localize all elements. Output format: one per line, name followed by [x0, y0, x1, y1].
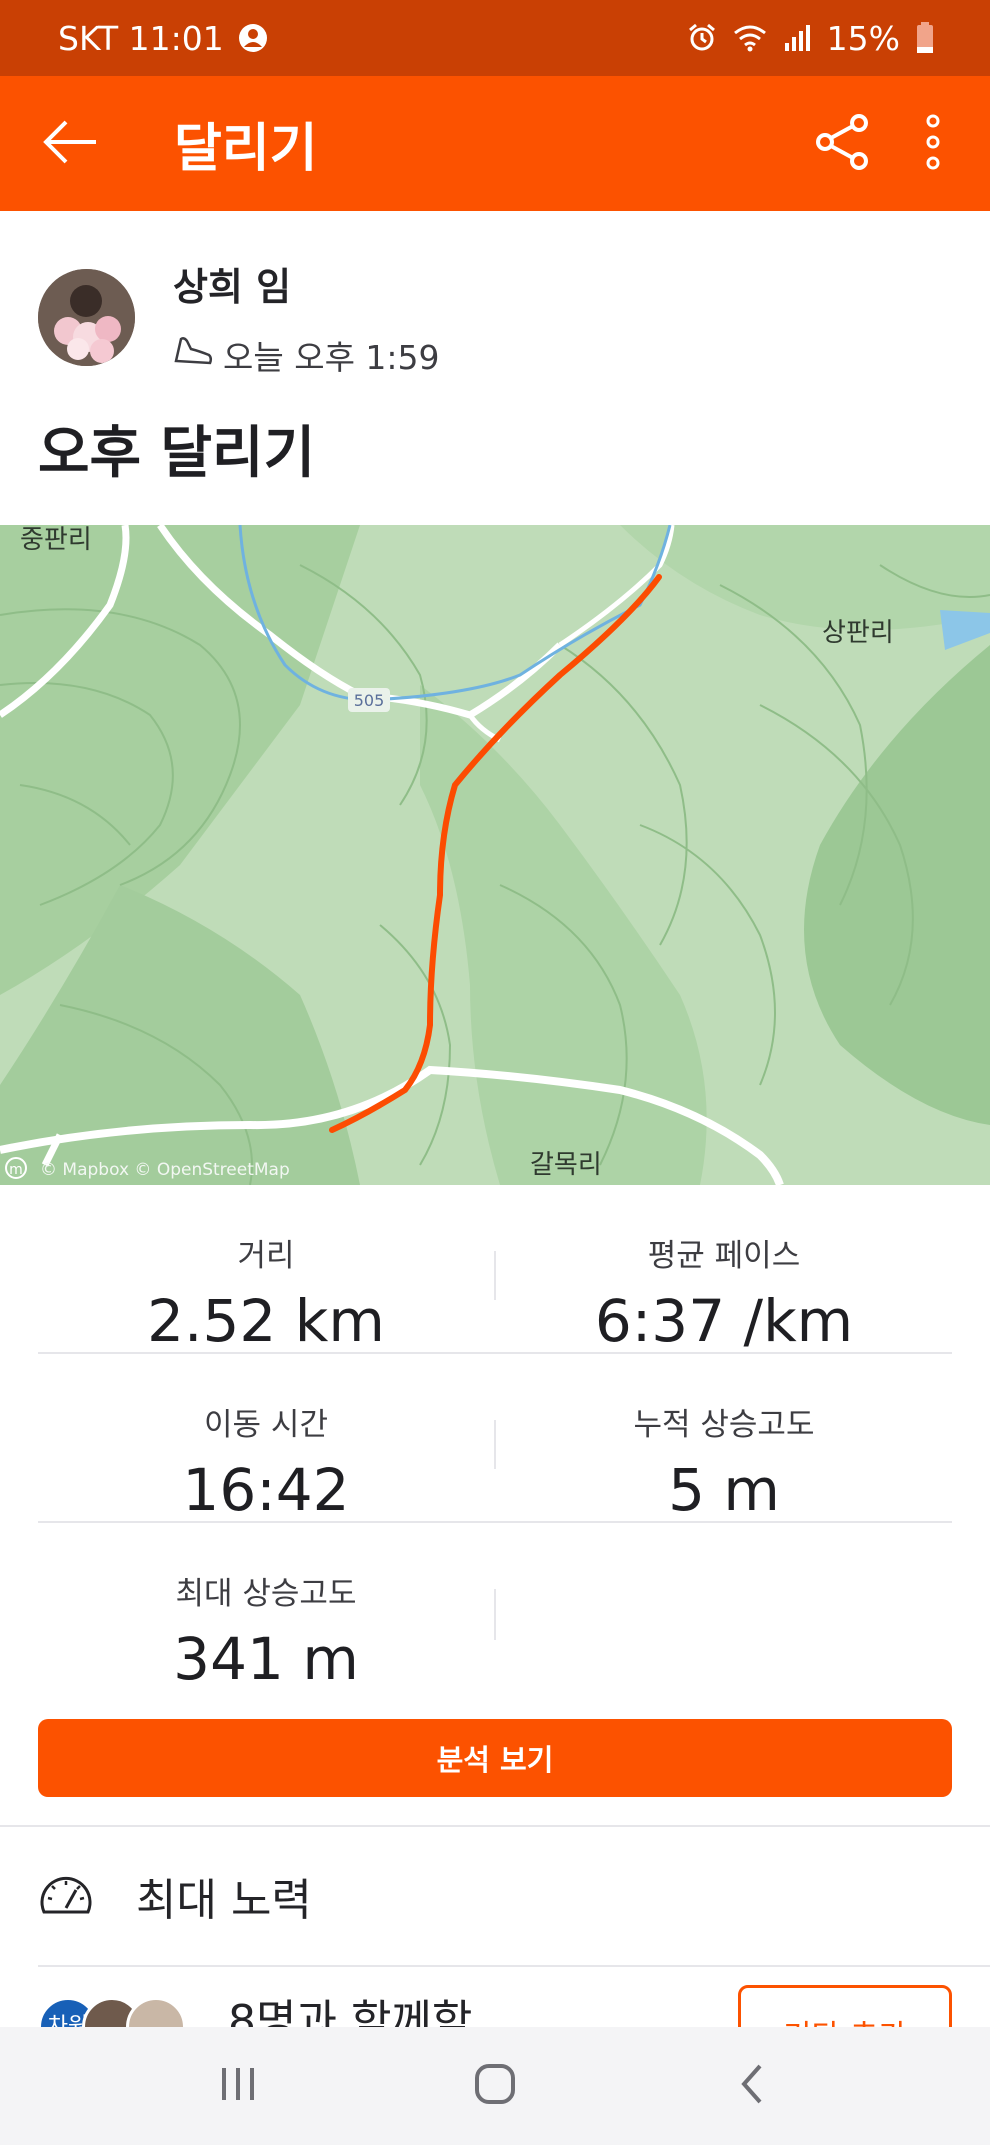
activity-timestamp: 오늘 오후 1:59	[223, 338, 440, 377]
athlete-name[interactable]: 상희 임	[173, 256, 440, 311]
group-activity-row[interactable]: 차원 8명과 함께함 기타 추가	[0, 1967, 990, 2027]
back-arrow-icon	[42, 119, 98, 169]
more-vertical-icon	[926, 114, 940, 174]
map-label-jungpan: 중판리	[20, 525, 92, 555]
carrier-time: SKT 11:01	[58, 18, 224, 58]
stat-value: 5 m	[668, 1456, 780, 1524]
app-bar: 달리기	[0, 76, 990, 211]
share-button[interactable]	[792, 76, 892, 211]
back-icon	[740, 2064, 764, 2108]
stat-value: 16:42	[182, 1456, 350, 1524]
view-analysis-button[interactable]: 분석 보기	[38, 1719, 952, 1797]
back-button[interactable]	[0, 76, 140, 211]
stats-grid: 거리 2.52 km 평균 페이스 6:37 /km 이동 시간 16:42 누…	[38, 1185, 952, 1693]
signal-icon	[783, 23, 811, 53]
add-others-button[interactable]: 기타 추가	[738, 1985, 952, 2027]
map-label-galmok: 갈목리	[530, 1150, 602, 1180]
stat-moving-time: 이동 시간 16:42	[38, 1354, 494, 1524]
share-icon	[813, 113, 871, 175]
map-label-sangpan: 상판리	[822, 618, 894, 648]
stat-label: 이동 시간	[204, 1407, 328, 1443]
speedometer-icon	[38, 1872, 94, 1920]
battery-percent: 15%	[826, 18, 900, 58]
stat-label: 평균 페이스	[647, 1238, 801, 1274]
account-icon	[238, 23, 268, 53]
stat-empty	[496, 1523, 952, 1692]
system-nav-bar	[0, 2027, 990, 2145]
stat-value: 341 m	[173, 1625, 359, 1693]
map-attribution[interactable]: © Mapbox © OpenStreetMap	[40, 1160, 290, 1180]
mapbox-logo: m	[9, 1162, 23, 1178]
home-icon	[474, 2063, 516, 2109]
activity-title: 오후 달리기	[38, 421, 316, 486]
stat-value: 6:37 /km	[594, 1287, 854, 1355]
stat-value: 2.52 km	[147, 1287, 385, 1355]
group-avatars[interactable]: 차원	[38, 1997, 186, 2027]
home-button[interactable]	[435, 2036, 555, 2136]
status-bar: SKT 11:01 15%	[0, 0, 990, 76]
page-title: 달리기	[174, 119, 318, 179]
alarm-icon	[687, 23, 717, 53]
wifi-icon	[733, 23, 767, 53]
stat-elevation-gain: 누적 상승고도 5 m	[496, 1354, 952, 1524]
best-efforts-row[interactable]: 최대 노력	[0, 1827, 990, 1965]
more-options-button[interactable]	[892, 76, 974, 211]
stat-label: 최대 상승고도	[175, 1576, 357, 1612]
route-map[interactable]: 505 중판리 상판리 갈목리 m © Mapbox © OpenStreetM…	[0, 525, 990, 1185]
best-efforts-label: 최대 노력	[136, 1875, 312, 1926]
stat-max-elevation: 최대 상승고도 341 m	[38, 1523, 494, 1693]
shoe-icon	[173, 335, 213, 375]
avatar[interactable]	[38, 269, 135, 366]
road-number-label: 505	[354, 691, 385, 710]
athlete-header[interactable]: 상희 임 오늘 오후 1:59	[38, 256, 440, 379]
stat-label: 누적 상승고도	[633, 1407, 815, 1443]
nav-back-button[interactable]	[692, 2036, 812, 2136]
stat-label: 거리	[237, 1238, 295, 1274]
stat-avg-pace: 평균 페이스 6:37 /km	[496, 1185, 952, 1355]
avatar	[126, 1997, 186, 2027]
group-text: 8명과 함께함	[228, 1996, 473, 2027]
battery-icon	[916, 22, 934, 54]
stat-distance: 거리 2.52 km	[38, 1185, 494, 1355]
recent-apps-button[interactable]	[178, 2036, 298, 2136]
recent-apps-icon	[218, 2066, 258, 2106]
